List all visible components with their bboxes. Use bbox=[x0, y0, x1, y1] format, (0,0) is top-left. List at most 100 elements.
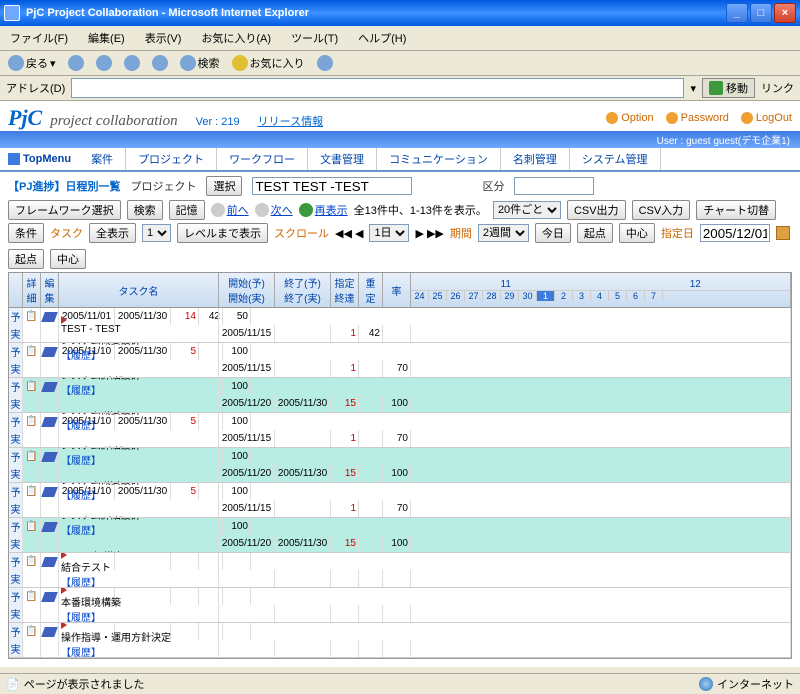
scroll-right[interactable]: ▶ ▶▶ bbox=[415, 227, 443, 240]
ie-icon bbox=[4, 5, 20, 21]
edit-button[interactable] bbox=[41, 343, 59, 360]
main-menu-item[interactable]: 文書管理 bbox=[308, 148, 377, 170]
edit-button[interactable] bbox=[41, 518, 59, 535]
detail-button[interactable]: 📋 bbox=[23, 378, 41, 395]
menu-edit[interactable]: 編集(E) bbox=[84, 28, 129, 48]
unit-select[interactable]: 1日 bbox=[369, 224, 409, 242]
go-button[interactable]: 移動 bbox=[702, 78, 755, 98]
task-name: 操作指導・運用方針決定 【履歴】 bbox=[59, 623, 219, 657]
main-menu-item[interactable]: 案件 bbox=[79, 148, 126, 170]
select-button[interactable]: 選択 bbox=[206, 176, 242, 196]
detail-button[interactable]: 📋 bbox=[23, 343, 41, 360]
framework-button[interactable]: フレームワーク選択 bbox=[8, 200, 121, 220]
release-link[interactable]: リリース情報 bbox=[258, 113, 323, 129]
refresh-button[interactable] bbox=[120, 53, 144, 73]
date-input[interactable] bbox=[700, 224, 770, 242]
option-button[interactable]: Option bbox=[606, 112, 653, 124]
menu-file[interactable]: ファイル(F) bbox=[6, 28, 72, 48]
edit-button[interactable] bbox=[41, 413, 59, 430]
main-menu-item[interactable]: プロジェクト bbox=[126, 148, 217, 170]
center2-button[interactable]: 中心 bbox=[50, 249, 86, 269]
page-title: 【PJ進捗】日程別一覧 bbox=[8, 178, 120, 194]
col-edit[interactable]: 編集 bbox=[41, 273, 59, 307]
history-button[interactable] bbox=[313, 53, 337, 73]
detail-button[interactable]: 📋 bbox=[23, 553, 41, 570]
edit-button[interactable] bbox=[41, 483, 59, 500]
csv-out-button[interactable]: CSV出力 bbox=[567, 200, 626, 220]
edit-button[interactable] bbox=[41, 308, 59, 325]
start-button[interactable]: 起点 bbox=[577, 223, 613, 243]
menu-favorites[interactable]: お気に入り(A) bbox=[197, 28, 275, 48]
show-all-button[interactable]: 全表示 bbox=[89, 223, 136, 243]
logout-icon bbox=[741, 112, 753, 124]
memory-button[interactable]: 記憶 bbox=[169, 200, 205, 220]
perpage-select[interactable]: 20件ごと bbox=[493, 201, 561, 219]
edit-button[interactable] bbox=[41, 623, 59, 640]
edit-button[interactable] bbox=[41, 448, 59, 465]
project-label: プロジェクト bbox=[130, 178, 196, 194]
task-name: システム概要設計 【履歴】山下 達郎 bbox=[59, 343, 219, 377]
task-name: 本番環境構築 【履歴】 bbox=[59, 588, 219, 622]
detail-button[interactable]: 📋 bbox=[23, 308, 41, 325]
edit-button[interactable] bbox=[41, 553, 59, 570]
main-menu-item[interactable]: ワークフロー bbox=[217, 148, 308, 170]
detail-button[interactable]: 📋 bbox=[23, 448, 41, 465]
task-name: システム概要設計 【履歴】山下 達郎 bbox=[59, 413, 219, 447]
condition-button[interactable]: 条件 bbox=[8, 223, 44, 243]
minimize-button[interactable]: _ bbox=[726, 3, 748, 23]
span-select[interactable]: 2週間 bbox=[478, 224, 529, 242]
task-name: システム詳細設計 【履歴】川上 謙次 bbox=[59, 378, 219, 412]
globe-icon bbox=[699, 677, 713, 691]
level-select[interactable]: 1 bbox=[142, 224, 171, 242]
maximize-button[interactable]: □ bbox=[750, 3, 772, 23]
csv-in-button[interactable]: CSV入力 bbox=[632, 200, 691, 220]
level-show-button[interactable]: レベルまで表示 bbox=[177, 223, 268, 243]
prev-link[interactable]: 前へ bbox=[227, 202, 249, 218]
detail-button[interactable]: 📋 bbox=[23, 413, 41, 430]
address-dropdown[interactable]: ▾ bbox=[690, 82, 696, 95]
stop-icon bbox=[96, 55, 112, 71]
next-link[interactable]: 次へ bbox=[271, 202, 293, 218]
back-button[interactable]: 戻る ▾ bbox=[4, 53, 60, 73]
main-menu-item[interactable]: コミュニケーション bbox=[377, 148, 501, 170]
favorites-button[interactable]: お気に入り bbox=[228, 53, 309, 73]
stop-button[interactable] bbox=[92, 53, 116, 73]
col-detail[interactable]: 詳細 bbox=[23, 273, 41, 307]
menu-tools[interactable]: ツール(T) bbox=[287, 28, 342, 48]
menu-help[interactable]: ヘルプ(H) bbox=[354, 28, 410, 48]
search-button[interactable]: 検索 bbox=[176, 53, 224, 73]
address-input[interactable] bbox=[71, 78, 684, 98]
forward-button[interactable] bbox=[64, 53, 88, 73]
password-button[interactable]: Password bbox=[666, 112, 729, 124]
main-menu-item[interactable]: システム管理 bbox=[570, 148, 661, 170]
detail-button[interactable]: 📋 bbox=[23, 623, 41, 640]
history-icon bbox=[317, 55, 333, 71]
search-app-button[interactable]: 検索 bbox=[127, 200, 163, 220]
kubun-input[interactable] bbox=[514, 177, 594, 195]
detail-button[interactable]: 📋 bbox=[23, 518, 41, 535]
links-label[interactable]: リンク bbox=[761, 80, 794, 96]
project-input[interactable] bbox=[252, 177, 412, 195]
scroll-left[interactable]: ◀◀ ◀ bbox=[335, 227, 363, 240]
menu-view[interactable]: 表示(V) bbox=[141, 28, 186, 48]
home-button[interactable] bbox=[148, 53, 172, 73]
close-button[interactable]: × bbox=[774, 3, 796, 23]
address-label: アドレス(D) bbox=[6, 80, 65, 96]
next-icon bbox=[255, 203, 269, 217]
home-icon bbox=[152, 55, 168, 71]
top-menu-button[interactable]: TopMenu bbox=[0, 150, 79, 168]
start2-button[interactable]: 起点 bbox=[8, 249, 44, 269]
content-area: 【PJ進捗】日程別一覧 プロジェクト 選択 区分 フレームワーク選択 検索 記憶… bbox=[0, 172, 800, 667]
key-icon bbox=[666, 112, 678, 124]
center-button[interactable]: 中心 bbox=[619, 223, 655, 243]
col-task[interactable]: タスク名 bbox=[59, 273, 219, 307]
main-menu-item[interactable]: 名刺管理 bbox=[501, 148, 570, 170]
edit-button[interactable] bbox=[41, 378, 59, 395]
kubun-label: 区分 bbox=[482, 178, 504, 194]
chart-toggle-button[interactable]: チャート切替 bbox=[696, 200, 776, 220]
calendar-icon[interactable] bbox=[776, 226, 790, 240]
detail-button[interactable]: 📋 bbox=[23, 483, 41, 500]
redisplay-link[interactable]: 再表示 bbox=[315, 202, 348, 218]
logout-button[interactable]: LogOut bbox=[741, 112, 792, 124]
today-button[interactable]: 今日 bbox=[535, 223, 571, 243]
